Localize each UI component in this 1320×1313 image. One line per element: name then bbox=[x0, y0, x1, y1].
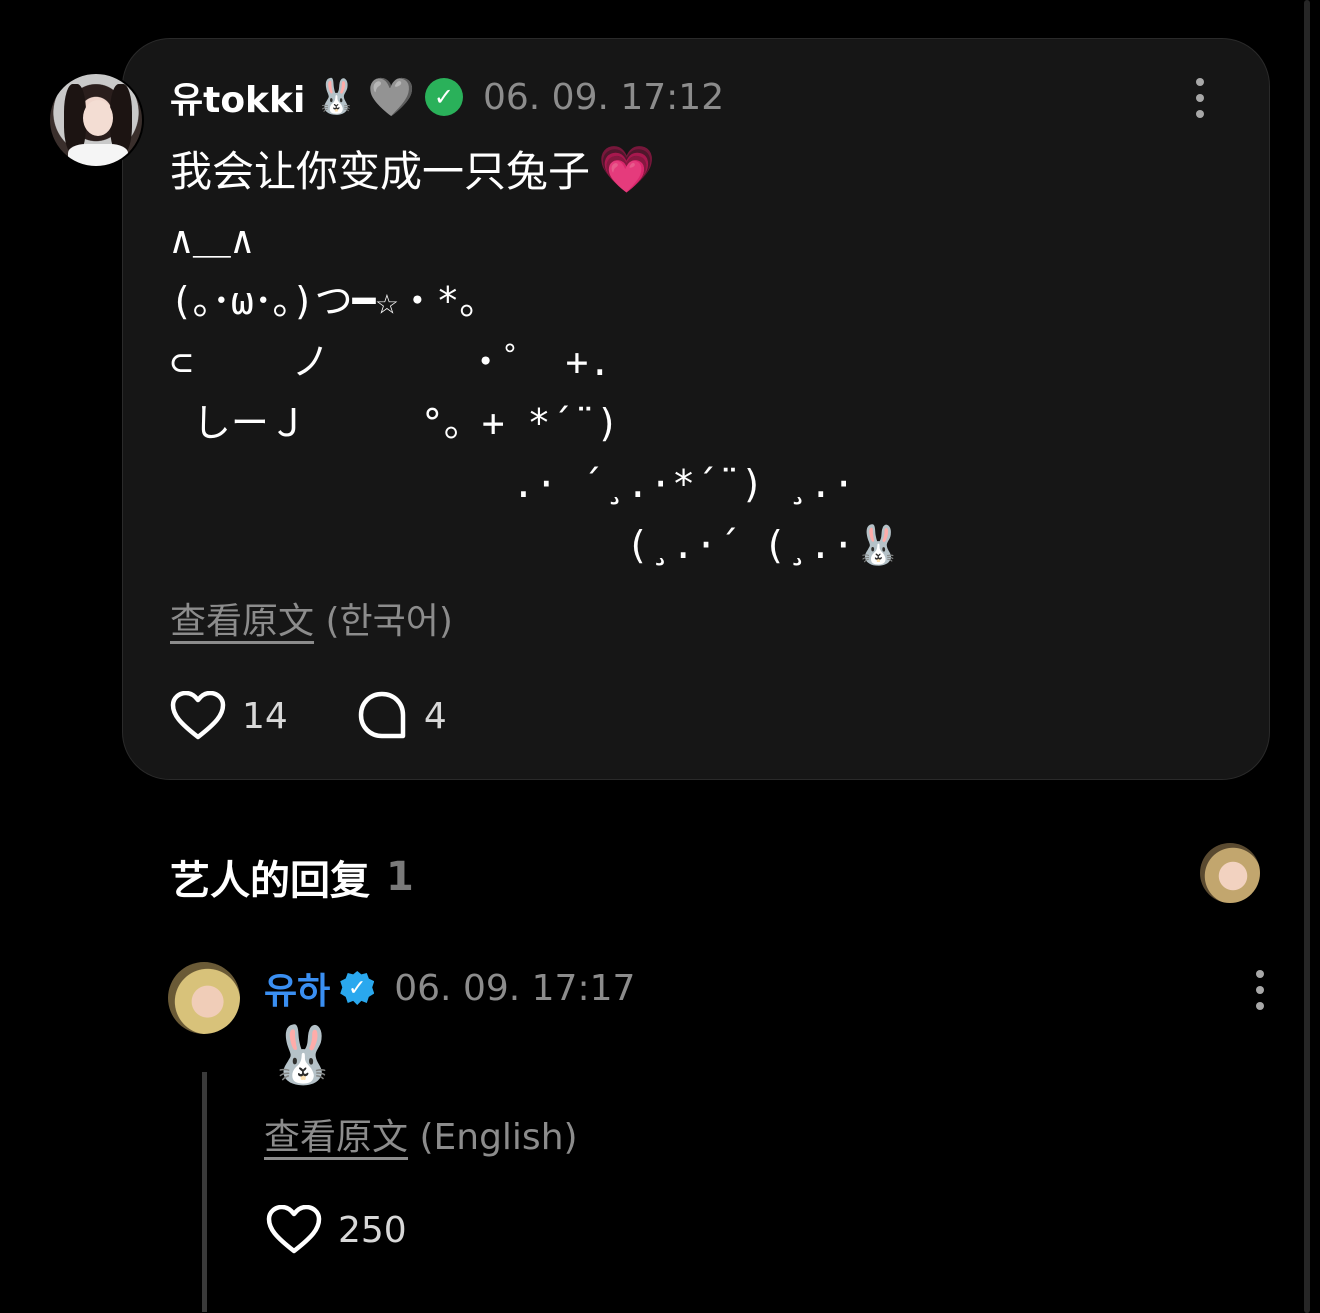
post-actions: 14 4 bbox=[170, 690, 515, 742]
artist-replies-count: 1 bbox=[386, 854, 414, 900]
reply-author-avatar[interactable] bbox=[168, 962, 240, 1034]
post-timestamp: 06. 09. 17:12 bbox=[482, 76, 725, 118]
artist-replies-title: 艺人的回复 bbox=[170, 858, 370, 904]
view-original-link[interactable]: 查看原文 bbox=[170, 601, 314, 642]
view-original-language: (English) bbox=[419, 1117, 578, 1158]
reply-more-options-icon[interactable] bbox=[1250, 970, 1270, 1010]
thread-line bbox=[202, 1072, 207, 1312]
view-original-language: (한국어) bbox=[325, 601, 453, 642]
post-more-options-icon[interactable] bbox=[1190, 78, 1210, 118]
heart-icon bbox=[266, 1205, 322, 1254]
rabbit-emoji-icon: 🐰 bbox=[315, 77, 358, 117]
like-count: 250 bbox=[338, 1209, 407, 1251]
reply-username[interactable]: 유하 bbox=[264, 962, 330, 1014]
post-body: 我会让你变成一只兔子 💗 bbox=[170, 138, 655, 199]
like-button[interactable]: 14 bbox=[170, 691, 288, 741]
artist-replies-avatar[interactable] bbox=[1200, 843, 1260, 903]
reply-timestamp: 06. 09. 17:17 bbox=[394, 967, 636, 1009]
artist-replies-header: 艺人的回复 1 bbox=[170, 848, 414, 906]
post-view-original: 查看原文 (한국어) bbox=[170, 592, 453, 644]
reply-actions: 250 bbox=[266, 1205, 475, 1255]
post-ascii-art: ∧＿∧ (｡･ω･｡)つ━☆・*。 ⊂ ノ ・゜ +. しーＪ °。+ *´¨)… bbox=[170, 218, 903, 567]
pink-heart-icon: 💗 bbox=[598, 141, 656, 196]
heart-icon bbox=[170, 691, 226, 740]
comment-bubble-icon bbox=[358, 691, 406, 739]
view-original-link[interactable]: 查看原文 bbox=[264, 1117, 408, 1158]
grey-heart-icon: 🩶 bbox=[367, 75, 415, 119]
comment-count: 4 bbox=[423, 695, 447, 737]
like-button[interactable]: 250 bbox=[266, 1205, 407, 1255]
scrollbar[interactable] bbox=[1304, 0, 1310, 1313]
comment-button[interactable]: 4 bbox=[356, 690, 447, 742]
thread-page: 유tokki 🐰 🩶 ✓ 06. 09. 17:12 我会让你变成一只兔子 💗 … bbox=[0, 0, 1320, 1313]
verified-badge-icon: ✓ bbox=[424, 78, 463, 116]
verified-badge-icon: ✓ bbox=[340, 971, 375, 1005]
post-header: 유tokki 🐰 🩶 ✓ 06. 09. 17:12 bbox=[170, 72, 724, 122]
reply-text: 🐰 bbox=[268, 1023, 338, 1088]
reply-header: 유하 ✓ 06. 09. 17:17 bbox=[264, 962, 635, 1014]
post-text: 我会让你变成一只兔子 bbox=[170, 147, 591, 196]
reply-view-original: 查看原文 (English) bbox=[264, 1108, 578, 1160]
post-username[interactable]: 유tokki bbox=[170, 71, 305, 123]
post-author-avatar[interactable] bbox=[48, 72, 144, 168]
like-count: 14 bbox=[242, 695, 288, 737]
